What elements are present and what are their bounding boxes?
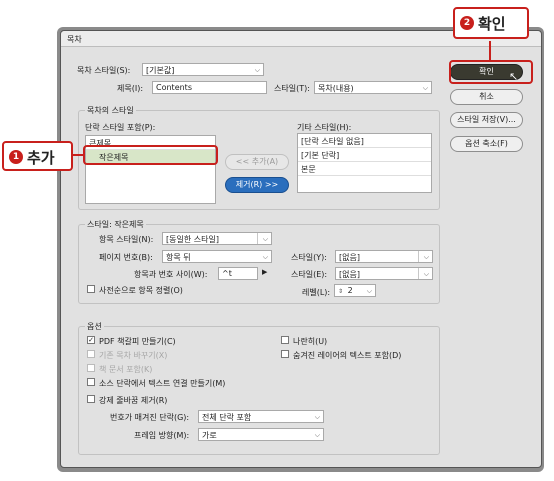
list-item-label: [기본 단락] <box>301 151 340 160</box>
sort-label: 사전순으로 항목 정렬(O) <box>99 286 183 295</box>
list-item[interactable]: [단락 스타일 없음] <box>298 134 431 148</box>
replace-toc-label: 기존 목차 바꾸기(X) <box>99 351 168 360</box>
chevron-down-icon: ⌵ <box>314 431 320 439</box>
source-links-label: 소스 단락에서 텍스트 연결 만들기(M) <box>99 379 226 388</box>
page-number-dropdown[interactable]: 항목 뒤 ⌵ <box>162 250 272 263</box>
chevron-down-icon: ⌵ <box>262 235 268 243</box>
step-1-badge: 1 <box>9 150 23 164</box>
style-section-title: 스타일: 작은제목 <box>85 219 146 230</box>
remove-breaks-label: 강제 줄바꿈 제거(R) <box>99 396 168 405</box>
dropdown-divider <box>257 233 258 244</box>
chevron-down-icon: ⌵ <box>423 270 429 278</box>
level-label: 레벨(L): <box>302 288 331 297</box>
dropdown-divider <box>418 268 419 279</box>
ok-callout-text: 확인 <box>478 15 506 33</box>
callout-connector <box>489 41 491 60</box>
list-item[interactable]: 본문 <box>298 162 431 176</box>
mouse-cursor-icon: ↖ <box>509 70 519 83</box>
frame-direction-dropdown[interactable]: 가로 ⌵ <box>198 428 324 441</box>
list-item-label: [단락 스타일 없음] <box>301 137 364 146</box>
include-book-label: 책 문서 포함(K) <box>99 365 153 374</box>
between-value: ^t <box>222 269 232 278</box>
page-number-value: 항목 뒤 <box>166 253 191 262</box>
title-style-dropdown[interactable]: 목차(내용) ⌵ <box>314 81 432 94</box>
other-styles-label: 기타 스타일(H): <box>297 123 352 132</box>
page-number-label: 페이지 번호(B): <box>99 253 153 262</box>
remove-button[interactable]: 제거(R) >> <box>225 177 289 193</box>
remove-breaks-checkbox[interactable] <box>87 395 95 403</box>
chevron-down-icon: ⌵ <box>422 84 428 92</box>
dropdown-divider <box>418 251 419 262</box>
toc-style-dropdown[interactable]: [기본값] ⌵ <box>142 63 264 76</box>
sort-checkbox[interactable] <box>87 285 95 293</box>
chevron-down-icon: ⌵ <box>366 287 372 295</box>
between-style-label: 스타일(E): <box>291 270 328 279</box>
between-style-value: [없음] <box>339 270 360 279</box>
save-style-button[interactable]: 스타일 저장(V)... <box>450 112 523 128</box>
page-number-style-value: [없음] <box>339 253 360 262</box>
list-item[interactable]: [기본 단락] <box>298 148 431 162</box>
entry-style-label: 항목 스타일(N): <box>99 235 154 244</box>
include-book-checkbox[interactable] <box>87 364 95 372</box>
selected-item-highlight-frame <box>83 145 218 165</box>
source-links-checkbox[interactable] <box>87 378 95 386</box>
callout-connector <box>73 154 83 156</box>
title-style-label: 스타일(T): <box>274 84 310 93</box>
chevron-down-icon: ⌵ <box>254 66 260 74</box>
numbered-label: 번호가 매겨진 단락(G): <box>110 413 190 422</box>
chevron-down-icon: ⌵ <box>314 413 320 421</box>
toc-style-value: [기본값] <box>146 66 175 75</box>
options-title: 옵션 <box>85 321 104 332</box>
between-label: 항목과 번호 사이(W): <box>134 270 208 279</box>
replace-toc-checkbox[interactable] <box>87 350 95 358</box>
ok-callout: 2 확인 <box>453 7 529 39</box>
level-value: 2 <box>347 286 353 295</box>
cancel-button[interactable]: 취소 <box>450 89 523 105</box>
entry-style-value: [동일한 스타일] <box>166 235 219 244</box>
chevron-down-icon: ⌵ <box>423 253 429 261</box>
entry-style-dropdown[interactable]: [동일한 스타일] ⌵ <box>162 232 272 245</box>
add-callout: 1 추가 <box>2 141 73 171</box>
between-style-dropdown[interactable]: [없음] ⌵ <box>335 267 433 280</box>
run-in-checkbox[interactable] <box>281 336 289 344</box>
add-button[interactable]: << 추가(A) <box>225 154 289 170</box>
page-number-style-label: 스타일(Y): <box>291 253 327 262</box>
title-value: Contents <box>156 83 192 92</box>
other-styles-list[interactable]: [단락 스타일 없음] [기본 단락] 본문 <box>297 133 432 193</box>
add-callout-text: 추가 <box>27 149 55 167</box>
fewer-options-button[interactable]: 옵션 축소(F) <box>450 136 523 152</box>
title-input[interactable]: Contents <box>152 81 267 94</box>
dialog-title: 목차 <box>67 35 82 44</box>
pdf-bookmarks-checkbox[interactable]: ✓ <box>87 336 95 344</box>
stepper-arrows-icon[interactable]: ⇕ <box>338 288 343 295</box>
include-styles-label: 단락 스타일 포함(P): <box>85 123 156 132</box>
frame-direction-value: 가로 <box>202 431 217 440</box>
level-stepper[interactable]: ⇕ 2 ⌵ <box>334 284 376 297</box>
hidden-layers-label: 숨겨진 레이어의 텍스트 포함(D) <box>293 351 402 360</box>
between-input[interactable]: ^t <box>218 267 258 280</box>
numbered-value: 전체 단락 포함 <box>202 413 252 422</box>
list-item-label: 본문 <box>301 165 316 174</box>
numbered-dropdown[interactable]: 전체 단락 포함 ⌵ <box>198 410 324 423</box>
play-arrow-icon[interactable]: ▶ <box>262 268 267 276</box>
frame-direction-label: 프레임 방향(M): <box>134 431 190 440</box>
hidden-layers-checkbox[interactable] <box>281 350 289 358</box>
toc-dialog: 목차 목차 스타일(S): [기본값] ⌵ 제목(I): Contents 스타… <box>60 30 542 468</box>
chevron-down-icon: ⌵ <box>262 253 268 261</box>
step-2-badge: 2 <box>460 16 474 30</box>
title-label: 제목(I): <box>117 84 144 93</box>
title-style-value: 목차(내용) <box>318 84 354 93</box>
ok-highlight-frame <box>449 60 533 84</box>
toc-styles-title: 목차의 스타일 <box>85 105 136 116</box>
pdf-bookmarks-label: PDF 책갈피 만들기(C) <box>99 337 176 346</box>
run-in-label: 나란히(U) <box>293 337 328 346</box>
toc-style-label: 목차 스타일(S): <box>77 66 131 75</box>
page-number-style-dropdown[interactable]: [없음] ⌵ <box>335 250 433 263</box>
